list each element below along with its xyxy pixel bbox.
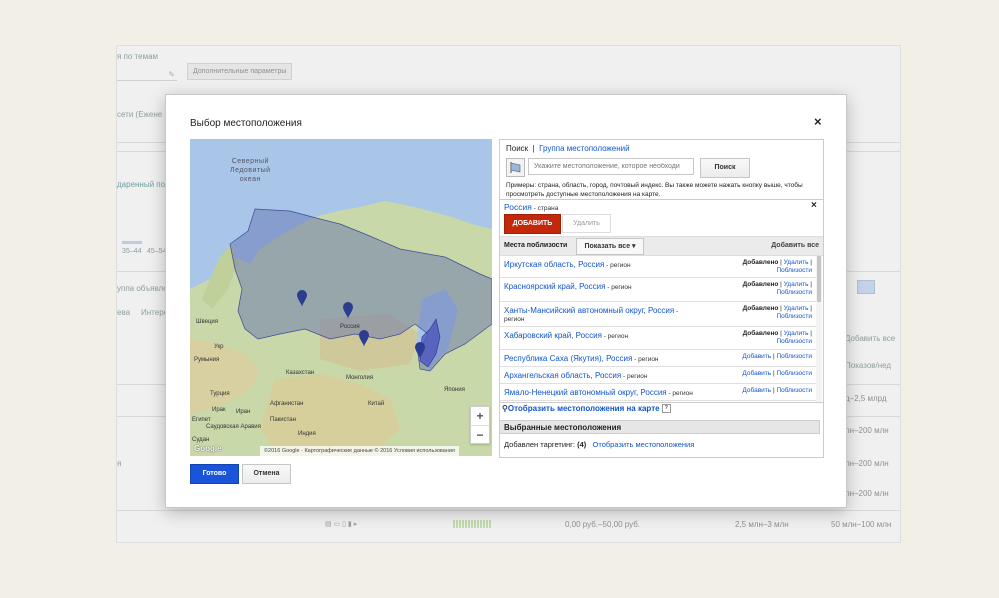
location-status: Добавлено | Удалить | Поблизости: [742, 259, 812, 274]
nearby-list: Иркутская область, Россия - регион Добав…: [500, 256, 816, 402]
location-search-input[interactable]: [528, 158, 694, 175]
scroll-thumb[interactable]: [817, 256, 821, 302]
tab-separator: |: [532, 144, 535, 153]
map-label-pakistan: Пакистан: [270, 417, 296, 423]
divider: [500, 199, 823, 200]
map-label-romania: Румыния: [194, 357, 220, 363]
list-item: Хабаровский край, Россия - регион Добавл…: [500, 327, 816, 350]
location-name[interactable]: Красноярский край, Россия - регион: [504, 282, 632, 291]
zoom-out-button[interactable]: −: [471, 426, 489, 444]
search-button[interactable]: Поиск: [700, 158, 750, 178]
tab-location-group[interactable]: Группа местоположений: [539, 144, 629, 153]
location-status: Добавлено | Удалить | Поблизости: [742, 330, 812, 345]
add-all-link[interactable]: Добавить все: [771, 242, 819, 249]
location-name[interactable]: Ханты-Мансийский автономный округ, Росси…: [504, 306, 678, 315]
selected-locations: Выбранные местоположения Добавлен таргет…: [499, 420, 822, 455]
map-label-saudi: Саудовская Аравия: [206, 424, 261, 430]
location-name[interactable]: Ямало-Ненецкий автономный округ, Россия …: [504, 388, 693, 397]
add-button[interactable]: ДОБАВИТЬ: [504, 214, 561, 234]
location-name[interactable]: Республика Саха (Якутия), Россия - регио…: [504, 354, 659, 363]
location-name[interactable]: Хабаровский край, Россия - регион: [504, 331, 628, 340]
result-type: - страна: [531, 205, 559, 212]
selected-summary: Добавлен таргетинг: (4) Отобразить место…: [504, 440, 695, 449]
map-copyright[interactable]: ©2016 Google · Картографические данные ©…: [260, 446, 459, 456]
map-label-kazakhstan: Казахстан: [286, 370, 315, 376]
nearby-header: Места поблизости Показать все ▾ Добавить…: [500, 236, 823, 256]
list-scrollbar[interactable]: [816, 256, 822, 402]
map-label-sweden: Швеция: [196, 319, 218, 325]
map-label-mongolia: Монголия: [346, 375, 374, 381]
location-status: Добавить | Поблизости: [742, 353, 812, 360]
selected-header: Выбранные местоположения: [499, 420, 820, 434]
location-name[interactable]: Иркутская область, Россия - регион: [504, 260, 631, 269]
nearby-label: Места поблизости: [504, 242, 568, 249]
map-pin-button[interactable]: [506, 158, 525, 177]
map-label-turkey: Турция: [210, 391, 230, 397]
cancel-button[interactable]: Отмена: [242, 464, 291, 484]
tab-search[interactable]: Поиск: [506, 144, 528, 153]
location-map[interactable]: Северный Ледовитый океан Россия Швеция К…: [190, 139, 492, 456]
remove-button[interactable]: Удалить: [562, 214, 611, 233]
divider: [500, 402, 823, 403]
map-label-china: Китай: [368, 401, 385, 407]
map-label-afghanistan: Афганистан: [270, 401, 304, 407]
list-item: Республика Саха (Якутия), Россия - регио…: [500, 350, 816, 367]
map-label-iraq: Ирак: [212, 407, 226, 413]
location-dialog: Выбор местоположения × Северный Ледовиты…: [165, 94, 847, 508]
map-label-russia: Россия: [340, 324, 360, 330]
google-logo: Google: [194, 444, 222, 453]
list-item: Иркутская область, Россия - регион Добав…: [500, 256, 816, 278]
map-label-japan: Япония: [444, 387, 465, 393]
list-item: Архангельская область, Россия - регион Д…: [500, 367, 816, 384]
zoom-control: + −: [470, 406, 490, 444]
ocean-label: Северный Ледовитый океан: [230, 158, 271, 183]
show-locations-link[interactable]: Отобразить местоположения: [593, 440, 695, 449]
panel-tabs: Поиск | Группа местоположений: [506, 144, 630, 153]
map-label-ukraine: Укр: [214, 344, 224, 350]
result-close-icon[interactable]: ×: [811, 200, 817, 211]
dialog-title: Выбор местоположения: [190, 118, 302, 129]
show-all-dropdown[interactable]: Показать все ▾: [576, 238, 644, 255]
map-label-iran: Иран: [236, 409, 251, 415]
result-name-link[interactable]: Россия: [504, 202, 532, 212]
map-label-india: Индия: [298, 431, 316, 437]
location-type: регион: [504, 316, 525, 323]
done-button[interactable]: Готово: [190, 464, 239, 484]
map-label-egypt: Египет: [192, 417, 211, 423]
location-status: Добавить | Поблизости: [742, 387, 812, 394]
show-on-map-link[interactable]: ⚲Отобразить местоположения на карте ?: [502, 404, 671, 414]
list-item: Красноярский край, Россия - регион Добав…: [500, 278, 816, 302]
location-status: Добавлено | Удалить | Поблизости: [742, 305, 812, 320]
location-status: Добавить | Поблизости: [742, 370, 812, 377]
location-name[interactable]: Архангельская область, Россия - регион: [504, 371, 647, 380]
map-label-sudan: Судан: [192, 437, 210, 443]
map-flag-icon: [510, 162, 521, 173]
close-icon[interactable]: ×: [814, 114, 822, 129]
location-status: Добавлено | Удалить | Поблизости: [742, 281, 812, 296]
search-panel: Поиск | Группа местоположений Поиск Прим…: [499, 139, 824, 458]
list-item: Ямало-Ненецкий автономный округ, Россия …: [500, 384, 816, 401]
search-examples: Примеры: страна, область, город, почтовы…: [506, 182, 803, 198]
zoom-in-button[interactable]: +: [471, 407, 489, 426]
list-item: Ханты-Мансийский автономный округ, Росси…: [500, 302, 816, 327]
help-icon[interactable]: ?: [661, 404, 671, 414]
search-result: Россия - страна: [504, 202, 558, 212]
selected-count: (4): [577, 440, 587, 449]
